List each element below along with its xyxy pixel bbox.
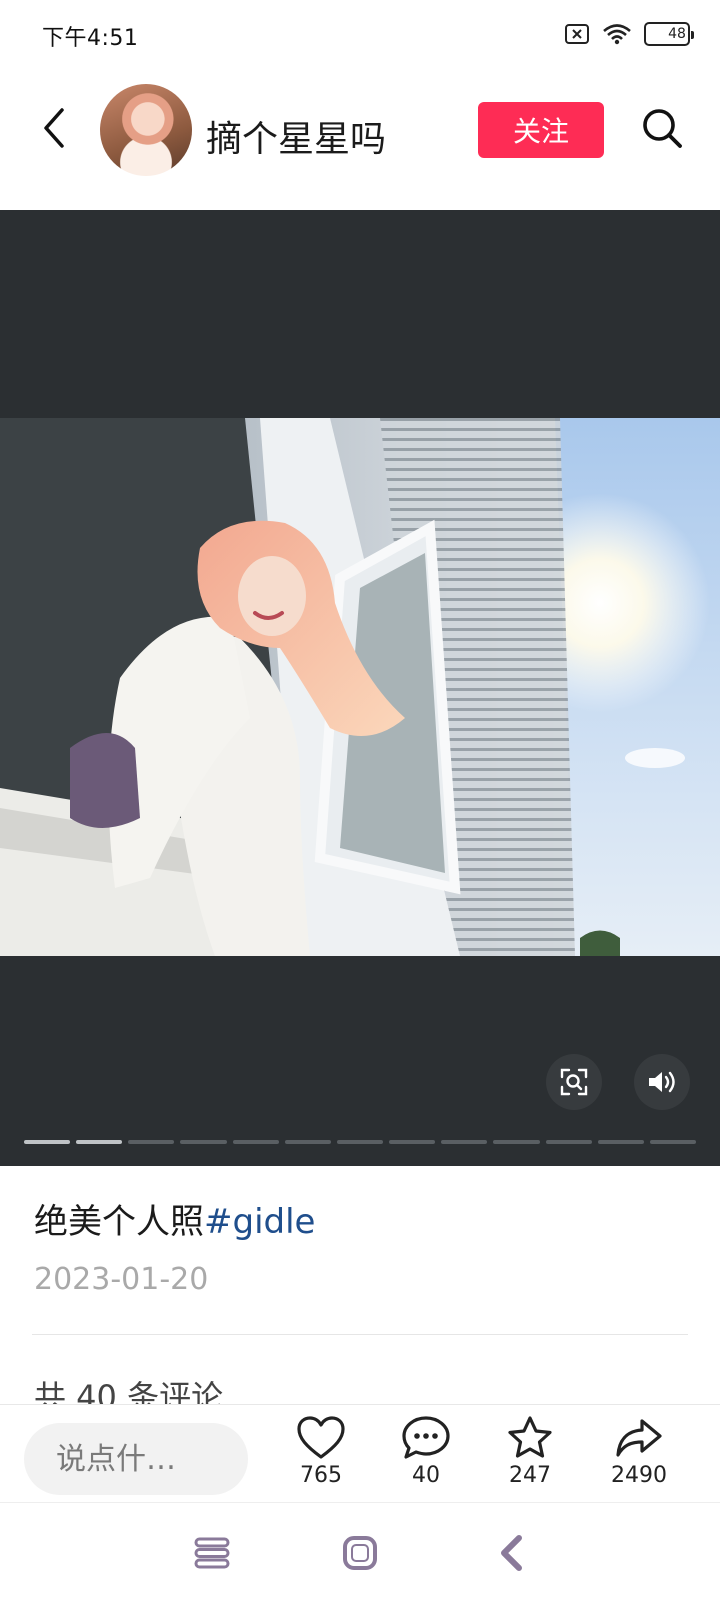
back-triangle-icon [501, 1535, 522, 1571]
speaker-icon [649, 1071, 675, 1093]
nav-back-button[interactable] [488, 1529, 536, 1577]
battery-icon: 48 [644, 22, 694, 46]
post-photo[interactable] [0, 418, 720, 956]
favorite-count: 247 [509, 1463, 551, 1488]
nav-recents-button[interactable] [188, 1529, 236, 1577]
menu-icon [194, 1537, 230, 1569]
sim-x-icon [564, 23, 590, 45]
hashtag-link[interactable]: #gidle [204, 1202, 315, 1242]
media-viewer[interactable] [0, 210, 720, 1166]
scan-search-icon [560, 1068, 588, 1096]
author-avatar[interactable] [100, 84, 192, 176]
post-date: 2023-01-20 [34, 1262, 209, 1297]
divider [32, 1334, 688, 1335]
progress-segment [597, 1140, 644, 1144]
search-icon [643, 109, 682, 148]
home-square-icon [343, 1536, 377, 1570]
progress-segment [336, 1140, 384, 1144]
heart-icon [297, 1416, 345, 1459]
status-icons: 48 [564, 22, 694, 46]
post-caption: 绝美个人照#gidle [34, 1194, 315, 1243]
share-arrow-icon [616, 1419, 662, 1457]
follow-button[interactable]: 关注 [478, 102, 604, 158]
share-button[interactable]: 2490 [589, 1415, 689, 1488]
comment-button[interactable]: 40 [376, 1415, 476, 1488]
progress-segment [24, 1140, 71, 1144]
comment-count: 40 [412, 1463, 440, 1488]
comment-input[interactable] [24, 1423, 248, 1495]
image-search-button[interactable] [546, 1054, 602, 1110]
star-icon [508, 1416, 552, 1458]
progress-segment [649, 1140, 697, 1144]
nav-home-button[interactable] [336, 1529, 384, 1577]
progress-segment [545, 1140, 592, 1144]
wifi-icon [602, 23, 632, 45]
share-count: 2490 [611, 1463, 667, 1488]
battery-level: 48 [668, 26, 686, 42]
progress-segment [493, 1140, 540, 1144]
progress-segment [76, 1140, 123, 1144]
back-button[interactable] [30, 100, 78, 156]
volume-button[interactable] [634, 1054, 690, 1110]
search-button[interactable] [636, 102, 688, 154]
action-bar: 765 40 247 2490 [0, 1404, 720, 1502]
author-name[interactable]: 摘个星星吗 [206, 110, 386, 162]
like-count: 765 [300, 1463, 342, 1488]
progress-segment [389, 1140, 436, 1144]
progress-segment [128, 1140, 175, 1144]
slide-progress [24, 1140, 697, 1146]
favorite-button[interactable]: 247 [480, 1415, 580, 1488]
progress-segment [180, 1140, 227, 1144]
header: 摘个星星吗 关注 [0, 72, 720, 208]
progress-segment [284, 1140, 331, 1144]
progress-segment [441, 1140, 488, 1144]
caption-text: 绝美个人照 [34, 1202, 204, 1242]
system-nav-bar [0, 1502, 720, 1600]
comment-bubble-icon [402, 1416, 450, 1459]
status-bar: 下午4:51 48 [0, 0, 720, 72]
chevron-left-icon [44, 108, 64, 148]
progress-segment [232, 1140, 279, 1144]
status-time: 下午4:51 [42, 26, 139, 51]
like-button[interactable]: 765 [271, 1415, 371, 1488]
